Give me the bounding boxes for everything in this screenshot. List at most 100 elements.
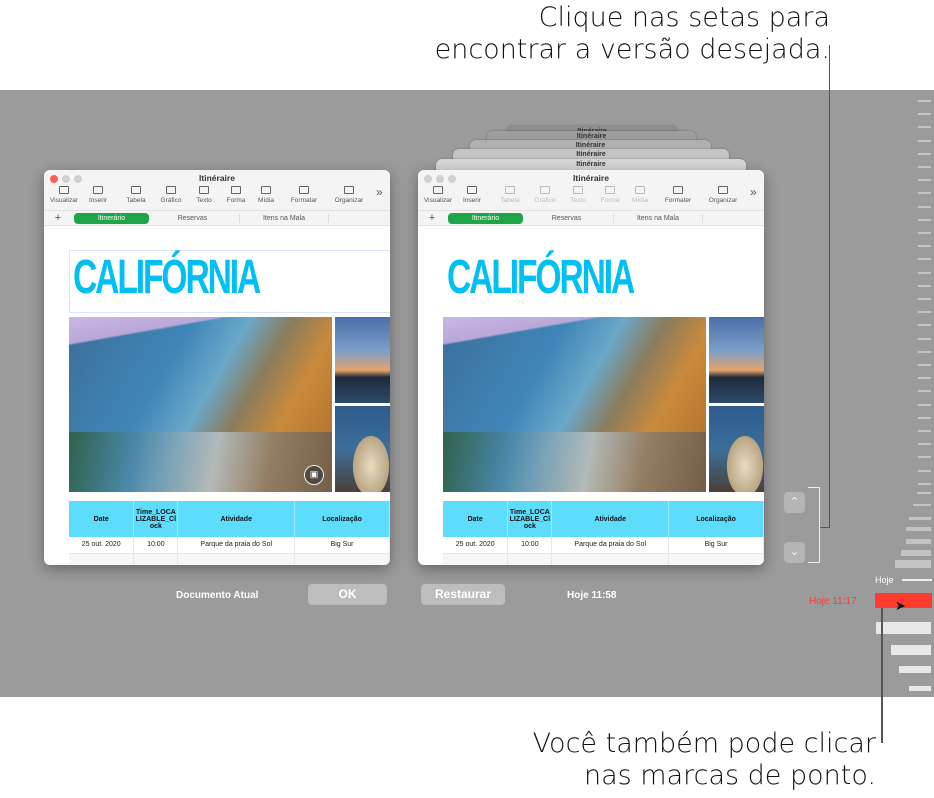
timeline-mark[interactable]: [918, 166, 931, 168]
table-cell[interactable]: [552, 553, 669, 565]
table-cell[interactable]: [443, 553, 508, 565]
inserir-icon: [93, 186, 103, 194]
timeline-mark[interactable]: [918, 179, 931, 181]
timeline-mark[interactable]: [918, 364, 931, 366]
timeline-mark[interactable]: [917, 492, 931, 494]
table-cell[interactable]: 10:00: [508, 537, 552, 553]
tab-reservas[interactable]: Reservas: [529, 213, 604, 224]
current-document-window[interactable]: ItinéraireVisualizarInserirTabelaGráfico…: [44, 170, 390, 565]
timeline-mark[interactable]: [918, 483, 931, 485]
timeline-mark[interactable]: [918, 153, 931, 155]
table-cell[interactable]: 25 out. 2020: [69, 537, 134, 553]
timeline-mark[interactable]: [918, 351, 931, 353]
toolbar-tabela[interactable]: Tabela: [116, 186, 156, 204]
timeline-mark[interactable]: [899, 666, 931, 673]
toolbar-organizar[interactable]: Organizar: [329, 186, 369, 204]
main-photo[interactable]: [69, 317, 332, 492]
ok-button[interactable]: OK: [308, 584, 387, 605]
toolbar-label: Inserir: [89, 197, 107, 204]
table-cell[interactable]: [508, 553, 552, 565]
timeline-mark[interactable]: [918, 456, 931, 458]
more-tools-button[interactable]: »: [376, 185, 383, 199]
table-cell[interactable]: [669, 553, 764, 565]
mídia-icon: [261, 186, 271, 194]
add-sheet-button[interactable]: +: [427, 213, 437, 224]
timeline-mark[interactable]: [906, 539, 931, 544]
table-cell[interactable]: Parque da praia do Sol: [552, 537, 669, 553]
table-cell[interactable]: Parque da praia do Sol: [178, 537, 295, 553]
table-cell[interactable]: Big Sur: [295, 537, 390, 553]
table-cell[interactable]: [69, 553, 134, 565]
seal-photo[interactable]: [709, 406, 764, 492]
document-heading[interactable]: CALIFÓRNIA: [447, 254, 633, 302]
next-version-button[interactable]: ⌄: [784, 542, 805, 563]
main-photo[interactable]: [443, 317, 706, 492]
tab-itinerário[interactable]: Itinerário: [74, 213, 149, 224]
timeline-mark[interactable]: [918, 443, 931, 445]
stacked-window-title: Itinéraire: [436, 161, 746, 168]
toolbar-formatar[interactable]: Formatar: [284, 186, 324, 204]
timeline-mark[interactable]: [918, 113, 931, 115]
table-cell[interactable]: [295, 553, 390, 565]
image-gallery-icon[interactable]: ▣: [304, 465, 324, 485]
timeline-mark[interactable]: [895, 560, 931, 568]
timeline-mark[interactable]: [918, 417, 931, 419]
table-cell[interactable]: Big Sur: [669, 537, 764, 553]
timeline-mark[interactable]: [918, 206, 931, 208]
tab-itens-na-mala[interactable]: Itens na Mala: [240, 213, 328, 224]
timeline-mark[interactable]: [918, 285, 931, 287]
previous-version-button[interactable]: ⌃: [784, 492, 805, 513]
timeline-mark[interactable]: [918, 245, 931, 247]
timeline-mark[interactable]: [909, 686, 931, 691]
toolbar-inserir[interactable]: Inserir: [452, 186, 492, 204]
timeline-mark[interactable]: [918, 404, 931, 406]
add-sheet-button[interactable]: +: [53, 213, 63, 224]
timeline-mark[interactable]: [876, 622, 931, 634]
tab-itens-na-mala[interactable]: Itens na Mala: [614, 213, 702, 224]
timeline-mark[interactable]: [918, 126, 931, 128]
seal-photo[interactable]: [335, 406, 390, 492]
table-cell[interactable]: 10:00: [134, 537, 178, 553]
toolbar-label: Organizar: [709, 197, 738, 204]
timeline-mark[interactable]: [918, 311, 931, 313]
timeline-mark[interactable]: [918, 298, 931, 300]
timeline-mark[interactable]: [918, 430, 931, 432]
gráfico-icon: [540, 186, 550, 194]
restore-button[interactable]: Restaurar: [421, 584, 505, 605]
timeline-mark[interactable]: [918, 470, 931, 472]
timeline-mark[interactable]: [918, 100, 931, 102]
timeline-mark[interactable]: [918, 390, 931, 392]
timeline-mark[interactable]: [909, 517, 931, 520]
timeline-mark[interactable]: [918, 338, 931, 340]
version-window[interactable]: ItinéraireVisualizarInserirTabelaGráfico…: [418, 170, 764, 565]
toolbar-organizar[interactable]: Organizar: [703, 186, 743, 204]
tab-reservas[interactable]: Reservas: [155, 213, 230, 224]
timeline-mark[interactable]: [918, 272, 931, 274]
timeline-mark[interactable]: [918, 232, 931, 234]
table-cell[interactable]: [134, 553, 178, 565]
more-tools-button[interactable]: »: [750, 185, 757, 199]
table-cell[interactable]: 25 out. 2020: [443, 537, 508, 553]
timeline-mark[interactable]: [918, 377, 931, 379]
tab-itinerário[interactable]: Itinerário: [448, 213, 523, 224]
table-header-row: DateTime_LOCALIZABLE_ClockAtividadeLocal…: [69, 501, 390, 537]
sunset-photo[interactable]: [709, 317, 764, 403]
timeline-mark[interactable]: [918, 140, 931, 142]
timeline-mark[interactable]: [891, 645, 931, 655]
callout-leader-line: [820, 527, 830, 528]
timeline-mark[interactable]: [913, 504, 931, 506]
timeline-mark[interactable]: [901, 550, 931, 556]
sunset-photo[interactable]: [335, 317, 390, 403]
timeline-today-mark[interactable]: [902, 579, 932, 581]
timeline-mark[interactable]: [918, 258, 931, 260]
table-cell[interactable]: [178, 553, 295, 565]
timeline-mark[interactable]: [918, 324, 931, 326]
toolbar-label: Forma: [601, 197, 620, 204]
toolbar-inserir[interactable]: Inserir: [78, 186, 118, 204]
toolbar-formater[interactable]: Formater: [658, 186, 698, 204]
document-heading[interactable]: CALIFÓRNIA: [73, 254, 259, 302]
toolbar-mídia[interactable]: Mídia: [246, 186, 286, 204]
timeline-mark[interactable]: [906, 527, 931, 531]
timeline-mark[interactable]: [918, 219, 931, 221]
timeline-mark[interactable]: [918, 192, 931, 194]
